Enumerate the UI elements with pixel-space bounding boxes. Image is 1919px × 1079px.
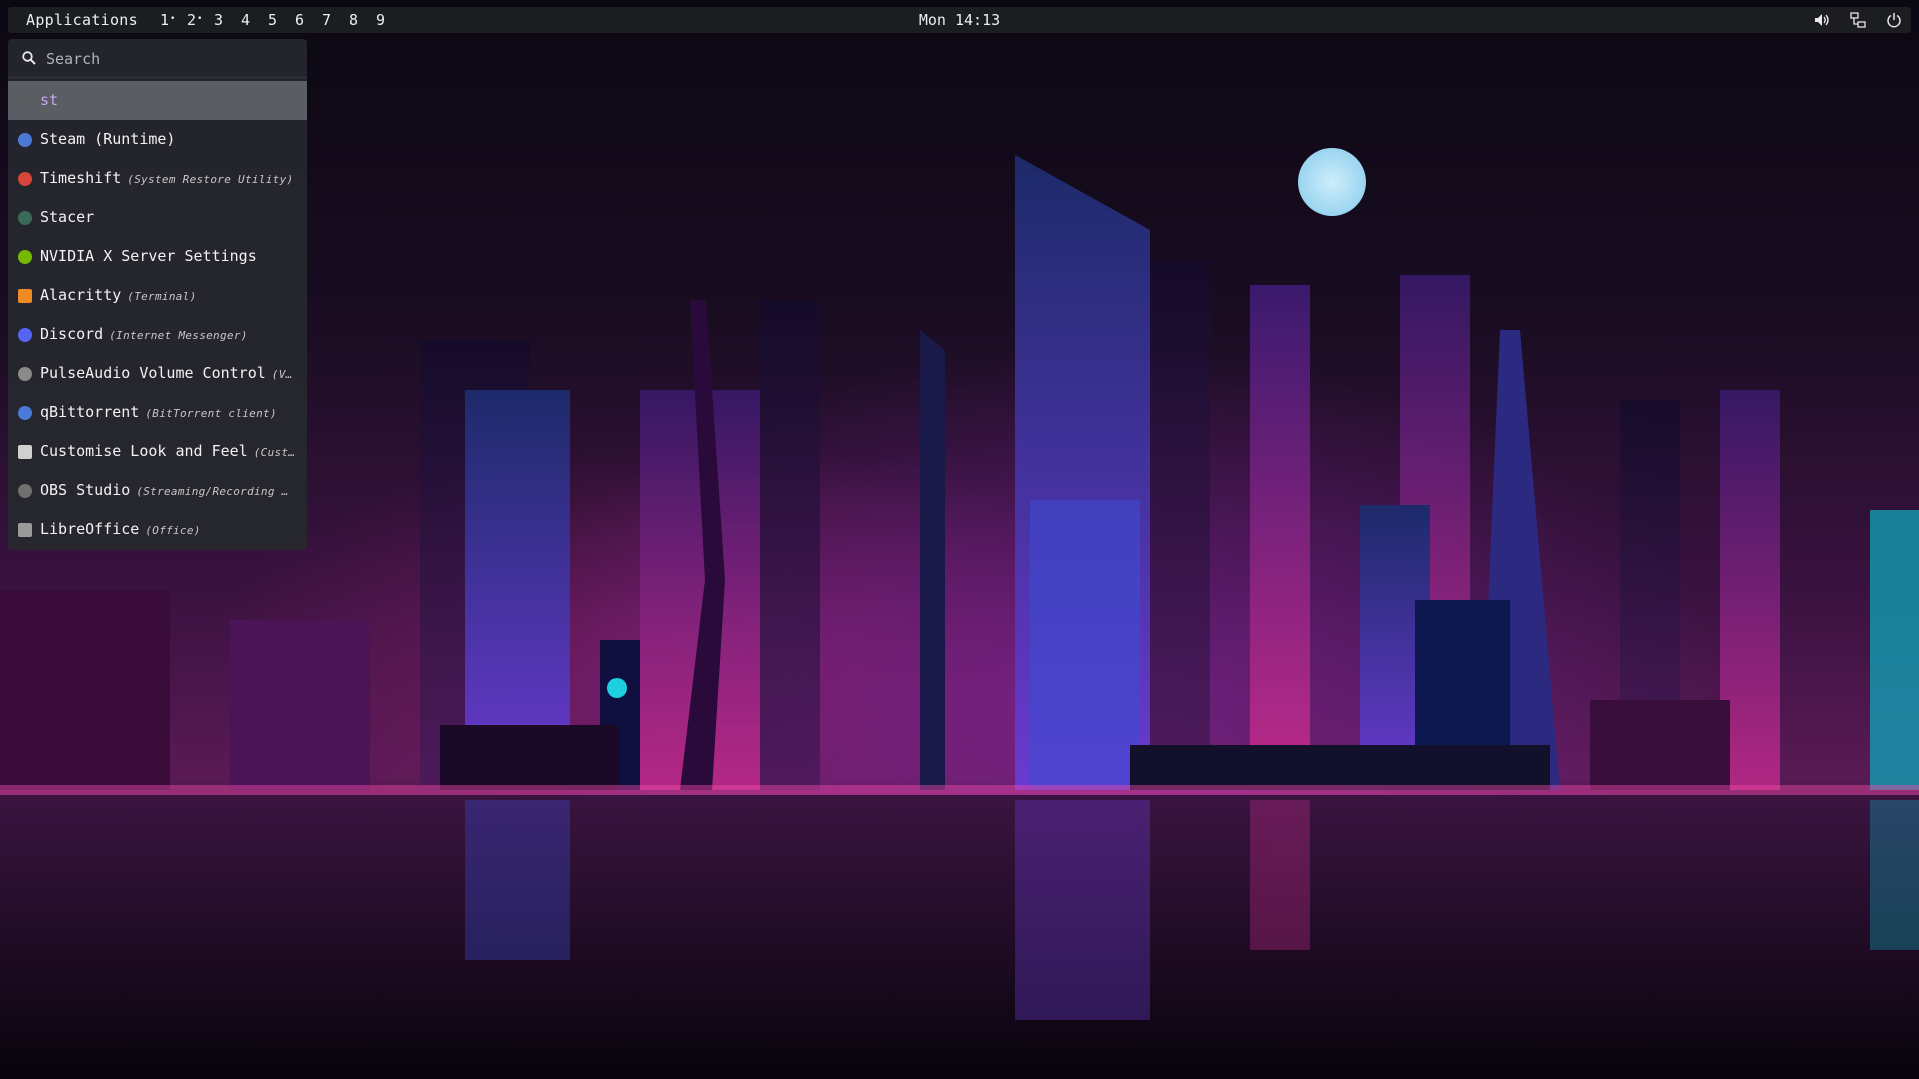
result-item[interactable]: Stacer [8,198,307,237]
clock[interactable]: Mon 14:13 [919,11,1000,29]
applications-menu-button[interactable]: Applications [26,7,138,33]
result-item[interactable]: Steam (Runtime) [8,120,307,159]
steam-icon [18,133,32,147]
workspace-5[interactable]: 5 [268,7,295,36]
result-item[interactable]: qBittorrent (BitTorrent client) [8,393,307,432]
workspace-7[interactable]: 7 [322,7,349,36]
results-list: st Steam (Runtime) Timeshift (System Restor… [8,81,307,549]
result-name: Discord [40,325,104,343]
result-item[interactable]: Discord (Internet Messenger) [8,315,307,354]
app-launcher: st Steam (Runtime) Timeshift (System Restor… [8,39,307,550]
result-name: st [40,91,59,109]
workspace-label: 9 [376,11,386,29]
result-description: (Cust… [253,446,296,459]
moon [1298,148,1366,216]
search-bar [8,39,307,78]
result-item[interactable]: Customise Look and Feel (Cust… [8,432,307,471]
stacer-icon [18,211,32,225]
result-name: LibreOffice [40,520,140,538]
workspace-1[interactable]: 1• [160,7,187,36]
result-item[interactable]: OBS Studio (Streaming/Recording … [8,471,307,510]
nvidia-icon [18,250,32,264]
workspace-label: 8 [349,11,359,29]
result-item[interactable]: LibreOffice (Office) [8,510,307,549]
timeshift-icon [18,172,32,186]
result-description: (BitTorrent client) [145,407,277,420]
workspace-6[interactable]: 6 [295,7,322,36]
appearance-icon [18,445,32,459]
pulseaudio-icon [18,367,32,381]
workspace-occupied-indicator: • [170,14,176,24]
result-item[interactable]: NVIDIA X Server Settings [8,237,307,276]
water-reflection [0,795,1919,1079]
result-description: (System Restore Utility) [127,173,294,186]
result-name: Steam (Runtime) [40,130,176,148]
search-icon [22,51,36,65]
libreoffice-icon [18,523,32,537]
result-item[interactable]: Timeshift (System Restore Utility) [8,159,307,198]
result-name: NVIDIA X Server Settings [40,247,257,265]
result-description: (Terminal) [127,290,197,303]
search-input[interactable] [44,46,298,72]
workspace-label: 6 [295,11,305,29]
discord-icon [18,328,32,342]
result-item[interactable]: Alacritty (Terminal) [8,276,307,315]
workspace-4[interactable]: 4 [241,7,268,36]
alacritty-icon [18,289,32,303]
workspace-8[interactable]: 8 [349,7,376,36]
result-description: (V… [271,368,293,381]
result-name: qBittorrent [40,403,140,421]
workspace-label: 4 [241,11,251,29]
result-description: (Streaming/Recording … [136,485,289,498]
result-name: Stacer [40,208,95,226]
result-description: (Internet Messenger) [109,329,248,342]
workspace-2[interactable]: 2• [187,7,214,36]
obs-icon [18,484,32,498]
workspace-occupied-indicator: • [197,14,203,24]
workspace-label: 2 [187,11,197,29]
workspace-label: 3 [214,11,224,29]
workspace-label: 7 [322,11,332,29]
result-name: Customise Look and Feel [40,442,248,460]
result-item[interactable]: PulseAudio Volume Control (V… [8,354,307,393]
workspace-9[interactable]: 9 [376,7,403,36]
top-panel: Applications 1• 2• 3 4 5 6 7 8 9 Mon 14:13 [8,7,1911,33]
workspace-label: 5 [268,11,278,29]
terminal-icon [18,94,32,108]
result-name: PulseAudio Volume Control [40,364,266,382]
result-item[interactable]: st [8,81,307,120]
result-description: (Office) [145,524,201,537]
result-name: Timeshift [40,169,122,187]
workspace-label: 1 [160,11,170,29]
network-icon[interactable] [1850,12,1866,28]
qbittorrent-icon [18,406,32,420]
volume-icon[interactable] [1814,12,1830,28]
workspace-switcher: 1• 2• 3 4 5 6 7 8 9 [160,7,403,36]
result-name: Alacritty [40,286,122,304]
power-icon[interactable] [1886,12,1902,28]
workspace-3[interactable]: 3 [214,7,241,36]
result-name: OBS Studio [40,481,131,499]
